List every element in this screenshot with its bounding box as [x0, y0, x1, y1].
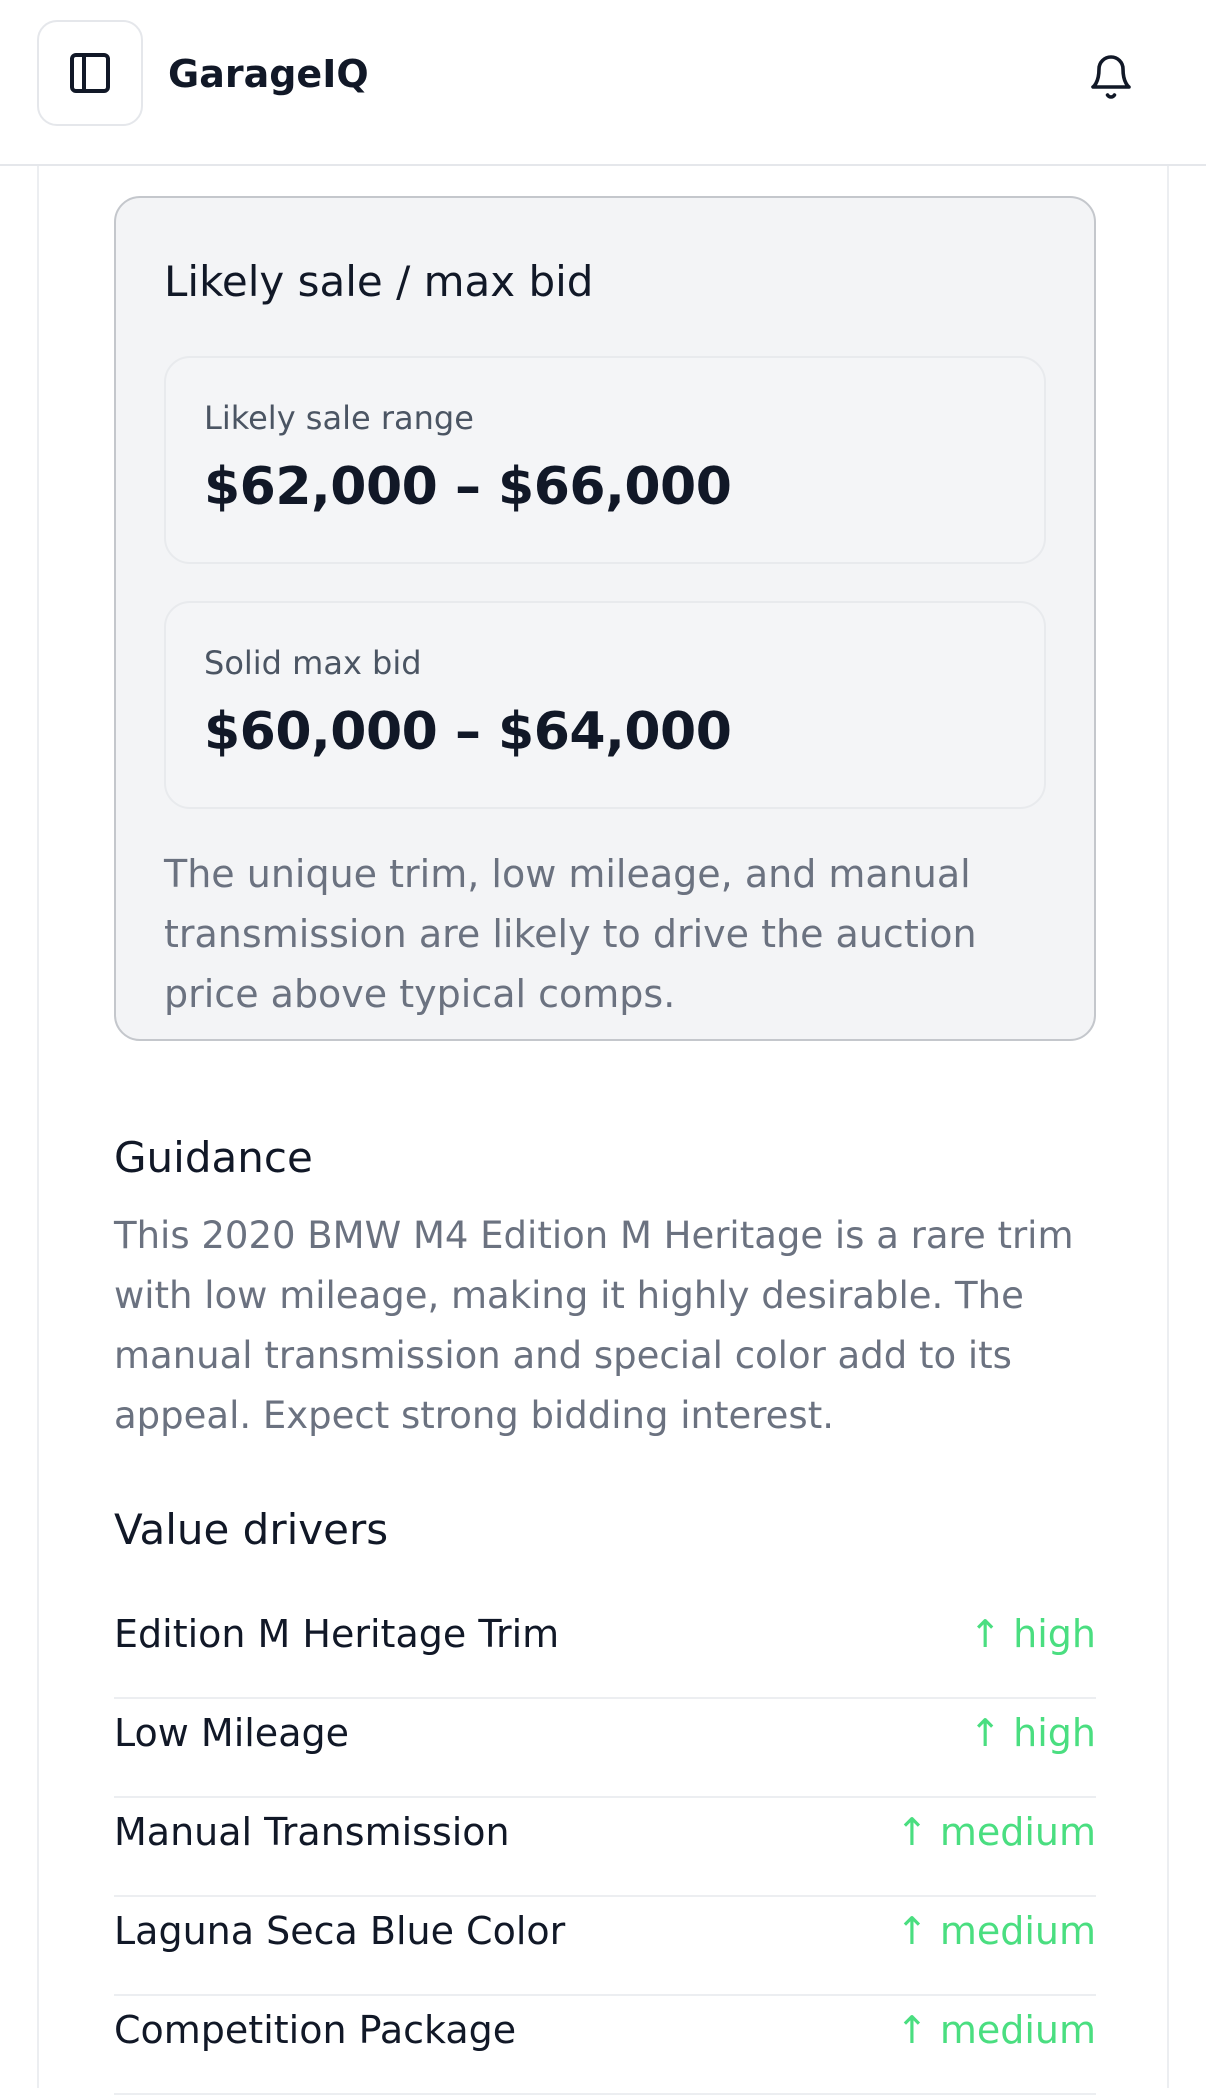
value-driver-name: Laguna Seca Blue Color — [114, 1909, 566, 1953]
main-content: Likely sale / max bid Likely sale range … — [37, 166, 1169, 2095]
likely-sale-label: Likely sale range — [204, 399, 474, 437]
arrow-up-icon: ↑ — [895, 2008, 928, 2052]
likely-sale-range-box: Likely sale range $62,000 – $66,000 — [164, 356, 1046, 564]
impact-label: medium — [939, 1810, 1096, 1854]
sale-bid-card: Likely sale / max bid Likely sale range … — [114, 196, 1096, 1041]
value-driver-row: Low Mileage ↑ high — [114, 1699, 1096, 1798]
impact-label: high — [1013, 1612, 1096, 1656]
value-driver-impact: ↑ high — [969, 1600, 1096, 1662]
impact-label: medium — [939, 2008, 1096, 2052]
arrow-up-icon: ↑ — [969, 1711, 1002, 1755]
value-drivers-heading: Value drivers — [114, 1505, 389, 1554]
impact-label: medium — [939, 1909, 1096, 1953]
sidebar-toggle-icon — [70, 53, 110, 93]
value-driver-name: Low Mileage — [114, 1711, 349, 1755]
bell-icon — [1091, 55, 1131, 99]
max-bid-range-box: Solid max bid $60,000 – $64,000 — [164, 601, 1046, 809]
impact-label: high — [1013, 1711, 1096, 1755]
value-driver-row: Laguna Seca Blue Color ↑ medium — [114, 1897, 1096, 1996]
app-title: GarageIQ — [168, 52, 369, 96]
value-drivers-list: Edition M Heritage Trim ↑ high Low Milea… — [114, 1600, 1096, 2095]
bid-card-note: The unique trim, low mileage, and manual… — [164, 852, 977, 1016]
likely-sale-value: $62,000 – $66,000 — [204, 457, 732, 517]
max-bid-label: Solid max bid — [204, 644, 422, 682]
guidance-text: This 2020 BMW M4 Edition M Heritage is a… — [114, 1214, 1074, 1437]
value-driver-row: Edition M Heritage Trim ↑ high — [114, 1600, 1096, 1699]
value-driver-impact: ↑ medium — [896, 1996, 1096, 2058]
guidance-heading: Guidance — [114, 1133, 313, 1182]
notifications-button[interactable] — [1083, 49, 1139, 105]
top-bar: GarageIQ — [0, 0, 1206, 166]
value-driver-impact: ↑ high — [969, 1699, 1096, 1761]
arrow-up-icon: ↑ — [895, 1909, 928, 1953]
value-driver-row: Manual Transmission ↑ medium — [114, 1798, 1096, 1897]
value-driver-name: Competition Package — [114, 2008, 517, 2052]
max-bid-value: $60,000 – $64,000 — [204, 702, 732, 762]
bid-card-title: Likely sale / max bid — [164, 257, 594, 306]
value-driver-impact: ↑ medium — [896, 1798, 1096, 1860]
value-driver-row: Competition Package ↑ medium — [114, 1996, 1096, 2095]
value-driver-name: Manual Transmission — [114, 1810, 510, 1854]
arrow-up-icon: ↑ — [969, 1612, 1002, 1656]
arrow-up-icon: ↑ — [895, 1810, 928, 1854]
value-driver-impact: ↑ medium — [896, 1897, 1096, 1959]
value-driver-name: Edition M Heritage Trim — [114, 1612, 560, 1656]
sidebar-toggle-button[interactable] — [37, 20, 143, 126]
